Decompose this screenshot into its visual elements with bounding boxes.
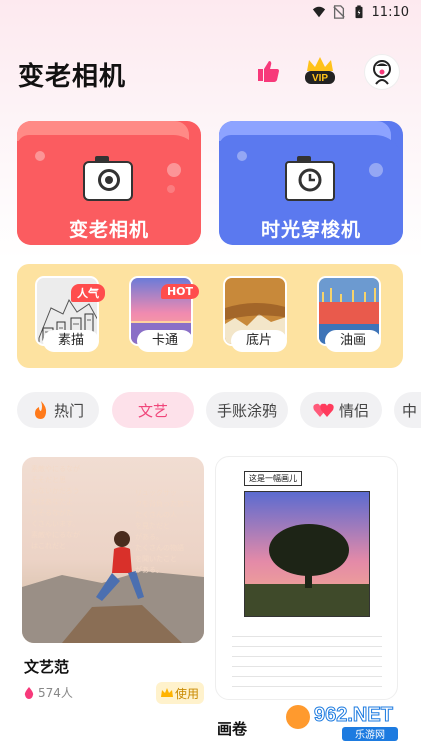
tab-label: 手账涂鸦 xyxy=(216,401,277,420)
style-badge: 人气 xyxy=(71,284,105,302)
no-sim-icon xyxy=(332,5,345,19)
tab-journal-doodle[interactable]: 手账涂鸦 xyxy=(206,392,288,428)
tab-label: 中 xyxy=(402,401,418,420)
tab-literary[interactable]: 文艺 xyxy=(112,392,194,428)
template-tag: 这是一幅画儿 xyxy=(244,471,302,486)
camera-icon xyxy=(83,156,133,201)
tab-hot[interactable]: 热门 xyxy=(17,392,99,428)
watermark-sub: 乐游网 xyxy=(355,728,385,741)
time-machine-label: 时光穿梭机 xyxy=(260,219,361,241)
status-bar: 11:10 xyxy=(0,0,421,24)
battery-icon xyxy=(355,5,363,19)
template-image xyxy=(244,491,370,617)
crown-icon xyxy=(160,688,173,697)
vip-label: VIP xyxy=(312,73,328,84)
avatar-face-icon xyxy=(373,60,391,85)
tab-couple[interactable]: 情侣 xyxy=(300,392,382,428)
style-oil-painting[interactable]: 油画 xyxy=(317,276,381,354)
style-label: 底片 xyxy=(231,330,287,352)
overlay-text-right: リュックサッ クを背負った旅で、 たくさんの人 を見ただと がある。 たくさんの物語 … xyxy=(135,489,198,574)
fire-icon xyxy=(34,401,47,419)
template-title: 画卷 xyxy=(217,720,248,738)
style-label: 油画 xyxy=(325,330,381,352)
style-negative[interactable]: 底片 xyxy=(223,276,287,354)
category-tabs: 热门 文艺 手账涂鸦 情侣 中 xyxy=(17,392,421,428)
app-title: 变老相机 xyxy=(18,62,127,92)
style-filters-panel: 人气 素描 HOT 卡通 底片 油画 xyxy=(17,264,403,368)
style-sketch[interactable]: 人气 素描 xyxy=(35,276,105,354)
tab-label: 情侣 xyxy=(338,401,369,420)
template-card-literary[interactable]: 素敵やにるなが そそだと思 わないかだろう 実はあなたよ りそるながた くさんいます。… xyxy=(17,452,209,648)
usage-count: 574人 xyxy=(24,684,73,701)
template-card-scroll[interactable]: 这是一幅画儿 xyxy=(215,456,398,700)
clock-camera-icon xyxy=(285,156,335,201)
overlay-text-left: 素敵やにるなが そそだと思 わないかだろう 実はあなたよ りそるながた くさんいます。… xyxy=(31,465,80,550)
template-title: 文艺范 xyxy=(24,658,70,676)
tab-label: 热门 xyxy=(53,401,84,420)
vip-crown-icon[interactable]: VIP xyxy=(303,54,337,88)
avatar[interactable] xyxy=(364,54,400,90)
style-badge: HOT xyxy=(160,284,199,299)
style-label: 卡通 xyxy=(137,330,193,352)
site-watermark: 962.NET 乐游网 xyxy=(284,695,414,745)
drop-icon xyxy=(24,686,34,699)
hearts-icon xyxy=(313,403,334,417)
style-cartoon[interactable]: HOT 卡通 xyxy=(129,276,199,354)
thumbs-up-icon[interactable] xyxy=(251,54,285,88)
status-time: 11:10 xyxy=(371,4,409,20)
time-machine-card[interactable]: 时光穿梭机 xyxy=(219,121,403,245)
wifi-icon xyxy=(312,6,325,18)
header: 变老相机 VIP xyxy=(18,52,408,96)
aging-camera-card[interactable]: 变老相机 xyxy=(17,121,201,245)
aging-camera-label: 变老相机 xyxy=(68,219,149,241)
tab-label: 文艺 xyxy=(137,401,168,420)
use-button[interactable]: 使用 xyxy=(156,682,204,704)
handwritten-lines xyxy=(232,627,382,691)
watermark-text: 962.NET xyxy=(314,704,393,726)
tab-more[interactable]: 中 xyxy=(394,392,421,428)
style-label: 素描 xyxy=(43,330,99,352)
